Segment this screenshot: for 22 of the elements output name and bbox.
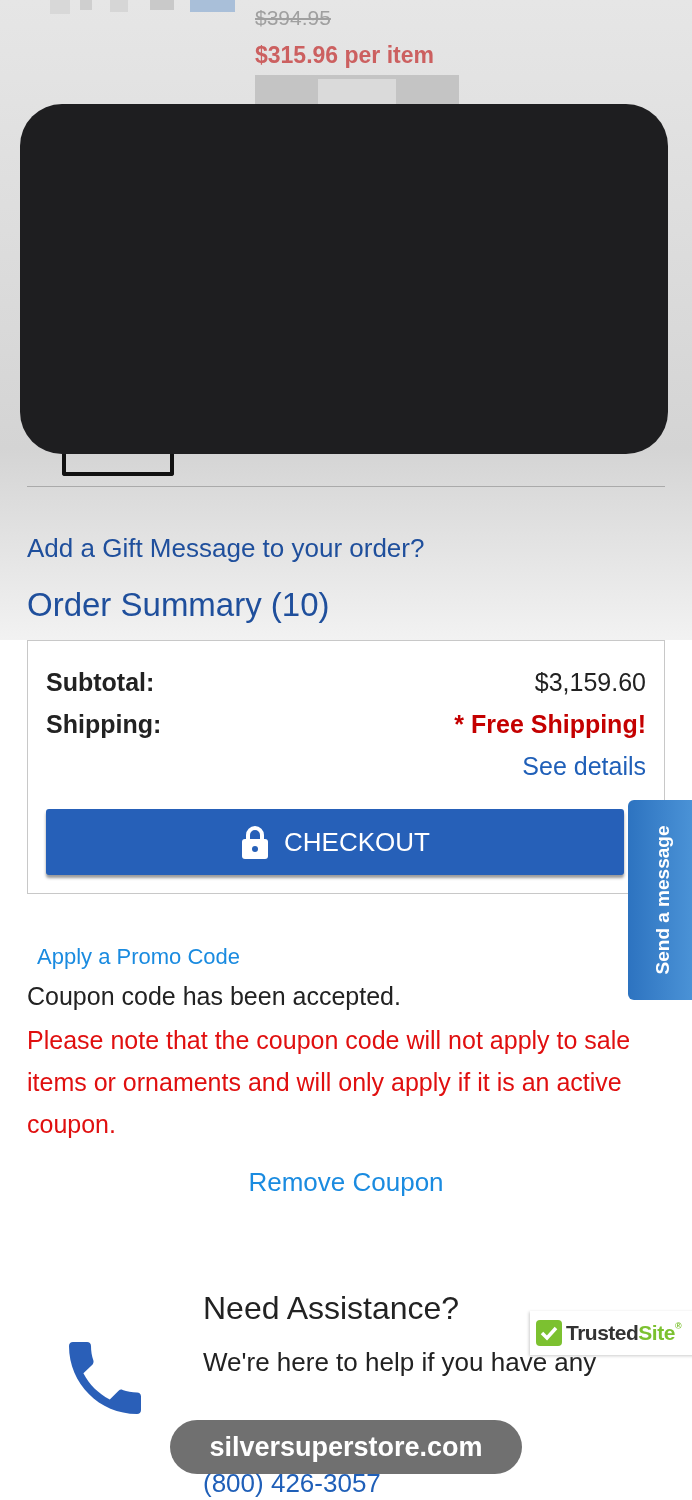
summary-label: Shipping: (46, 709, 162, 740)
see-details-link[interactable]: See details (522, 745, 646, 787)
original-price: $394.95 (255, 6, 332, 30)
trusted-site-badge[interactable]: TrustedSite® (530, 1311, 692, 1355)
remove-coupon-link[interactable]: Remove Coupon (248, 1167, 444, 1198)
coupon-note: Please note that the coupon code will not apply to sale items or ornaments and will only apply if it is an active coupon. (27, 1025, 632, 1140)
order-summary-title: Order Summary (10) (27, 586, 331, 624)
summary-value: $3,159.60 (534, 667, 646, 698)
summary-value: * Free Shipping! (454, 709, 646, 740)
summary-label: Subtotal: (46, 667, 155, 698)
check-icon (536, 1320, 562, 1346)
lock-icon (240, 825, 271, 859)
assistance-title: Need Assistance? (203, 1290, 461, 1327)
sale-price: $315.96 per item (255, 42, 435, 69)
address-bar[interactable]: silversuperstore.com (170, 1420, 522, 1474)
send-message-tab[interactable]: Send a message (628, 800, 692, 1000)
gift-message-link[interactable]: Add a Gift Message to your order? (27, 533, 425, 564)
badge-text: TrustedSite® (566, 1321, 681, 1345)
promo-code-link[interactable]: Apply a Promo Code (37, 944, 240, 970)
quantity-stepper[interactable] (255, 75, 459, 105)
checkout-button[interactable]: CHECKOUT (46, 809, 624, 875)
coupon-status: Coupon code has been accepted. (27, 982, 402, 1011)
